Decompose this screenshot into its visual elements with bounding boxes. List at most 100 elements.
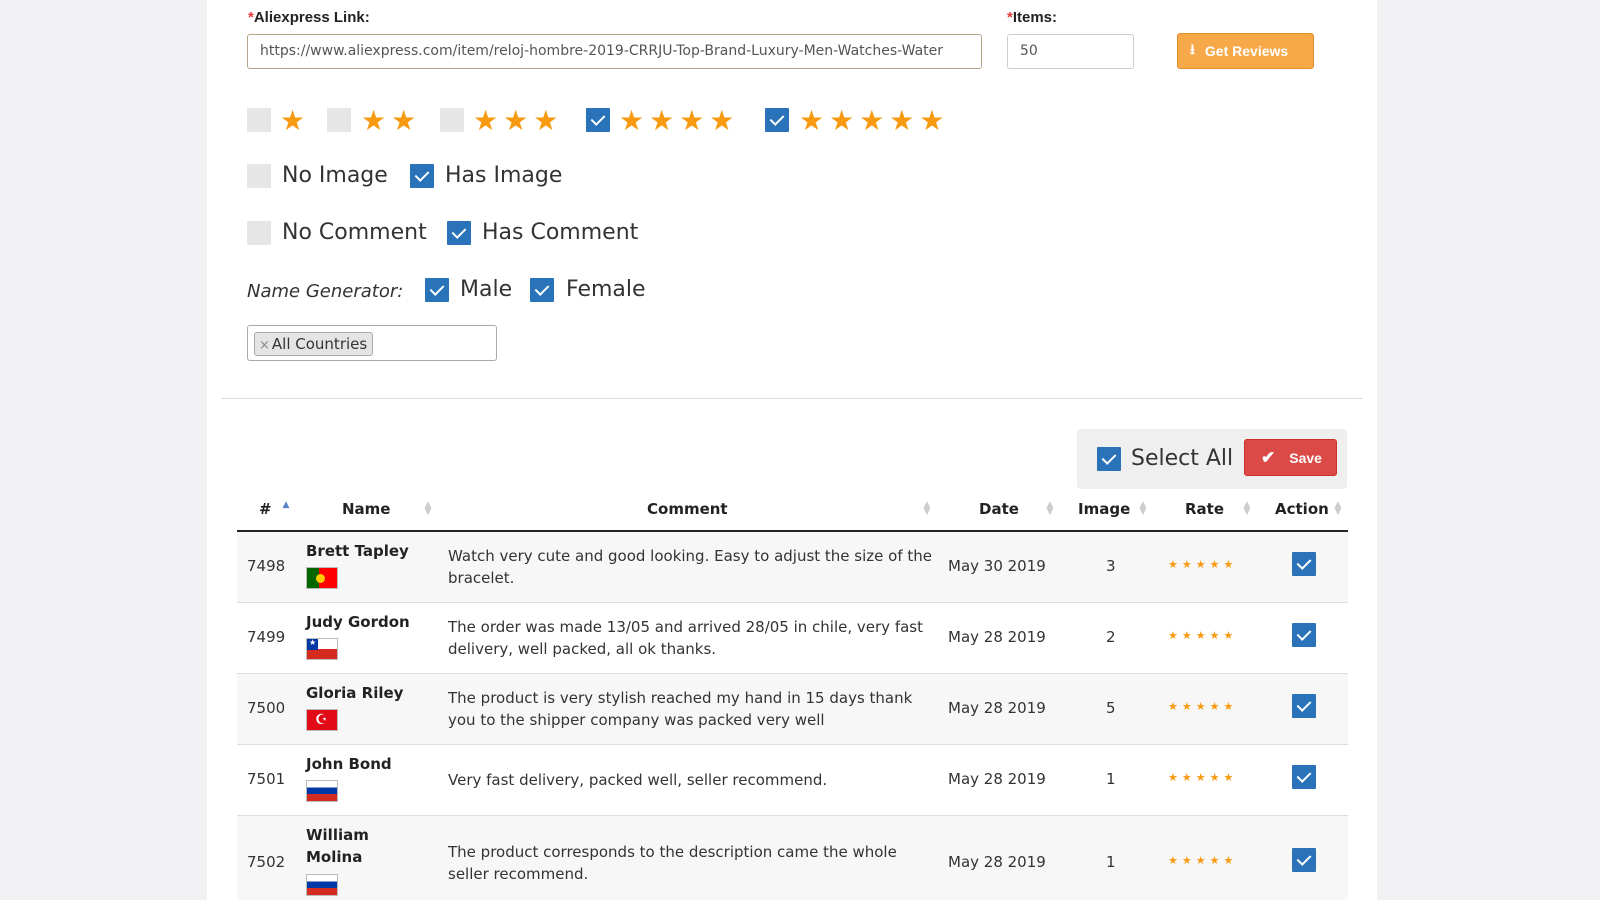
remove-tag-icon[interactable]: ×	[259, 338, 270, 353]
reviewer-name: John Bond	[306, 755, 392, 773]
no-image-checkbox[interactable]	[247, 164, 271, 188]
save-label: Save	[1289, 449, 1322, 466]
review-comment: The product is very stylish reached my h…	[448, 689, 913, 729]
rate-stars-icon: ★★★★★	[1168, 629, 1238, 642]
has-image-checkbox[interactable]	[410, 164, 434, 188]
row-select-checkbox[interactable]	[1292, 694, 1316, 718]
rating-5-stars-icon: ★★★★★	[799, 104, 950, 137]
male-label: Male	[460, 277, 513, 302]
reviewer-name: Brett Tapley	[306, 542, 409, 560]
image-count: 2	[1106, 628, 1116, 646]
name-generator-label: Name Generator:	[247, 281, 404, 302]
rating-2-stars-icon: ★★	[361, 104, 422, 137]
items-input[interactable]: 50	[1007, 34, 1134, 69]
table-row: 7500 Gloria Riley The product is very st…	[237, 674, 1348, 745]
no-comment-checkbox[interactable]	[247, 221, 271, 245]
has-comment-checkbox[interactable]	[447, 221, 471, 245]
rating-4-stars-icon: ★★★★	[619, 104, 740, 137]
table-row: 7498 Brett Tapley Watch very cute and go…	[237, 532, 1348, 603]
review-date: May 28 2019	[948, 770, 1046, 788]
items-label-text: Items:	[1012, 9, 1058, 26]
table-toolbar: Select All ✔ Save	[1077, 429, 1347, 489]
review-date: May 28 2019	[948, 628, 1046, 646]
check-icon: ✔	[1261, 447, 1276, 467]
rating-5-checkbox[interactable]	[765, 108, 789, 132]
row-id: 7500	[247, 699, 286, 717]
image-count: 3	[1106, 557, 1116, 575]
review-comment: The order was made 13/05 and arrived 28/…	[448, 618, 923, 658]
flag-portugal-icon	[306, 567, 338, 589]
flag-russia-icon	[306, 874, 338, 896]
flag-chile-icon	[306, 638, 338, 660]
col-header-comment[interactable]: Comment	[647, 500, 728, 518]
sort-icon[interactable]: ▲ ▼	[923, 501, 931, 517]
col-header-rate[interactable]: Rate	[1185, 500, 1224, 518]
has-image-label: Has Image	[445, 163, 563, 188]
image-count: 1	[1106, 853, 1116, 871]
col-header-id[interactable]: #	[259, 500, 272, 518]
row-select-checkbox[interactable]	[1292, 848, 1316, 872]
rating-4-checkbox[interactable]	[586, 108, 610, 132]
link-label-text: Aliexpress Link:	[253, 9, 370, 26]
male-checkbox[interactable]	[425, 278, 449, 302]
female-label: Female	[566, 277, 646, 302]
rating-1-checkbox[interactable]	[247, 108, 271, 132]
select-all-checkbox[interactable]	[1097, 447, 1121, 471]
get-reviews-label: Get Reviews	[1204, 43, 1289, 59]
row-select-checkbox[interactable]	[1292, 765, 1316, 789]
row-id: 7501	[247, 770, 286, 788]
reviewer-name: William Molina	[306, 826, 369, 866]
rate-stars-icon: ★★★★★	[1168, 854, 1238, 867]
image-count: 5	[1106, 699, 1116, 717]
review-comment: The product corresponds to the descripti…	[448, 843, 897, 883]
table-row: 7499 Judy Gordon The order was made 13/0…	[237, 603, 1348, 674]
row-id: 7498	[247, 557, 286, 575]
reviewer-name: Judy Gordon	[306, 613, 410, 631]
review-comment: Very fast delivery, packed well, seller …	[448, 771, 828, 789]
no-comment-label: No Comment	[282, 220, 427, 245]
sort-icon[interactable]: ▲ ▼	[1139, 501, 1147, 517]
col-header-date[interactable]: Date	[979, 500, 1019, 518]
female-checkbox[interactable]	[530, 278, 554, 302]
rating-1-stars-icon: ★	[280, 104, 311, 137]
sort-icon[interactable]: ▲ ▼	[1334, 501, 1342, 517]
rate-stars-icon: ★★★★★	[1168, 771, 1238, 784]
table-row: 7502 William Molina The product correspo…	[237, 816, 1348, 900]
get-reviews-button[interactable]: ⭳ Get Reviews	[1177, 33, 1314, 69]
row-id: 7502	[247, 853, 286, 871]
section-divider	[221, 398, 1363, 399]
country-select[interactable]: × All Countries	[247, 325, 497, 361]
rate-stars-icon: ★★★★★	[1168, 558, 1238, 571]
col-header-action[interactable]: Action	[1275, 500, 1329, 518]
row-id: 7499	[247, 628, 286, 646]
select-all-label: Select All	[1131, 446, 1234, 471]
row-select-checkbox[interactable]	[1292, 623, 1316, 647]
download-icon: ⭳	[1190, 41, 1195, 57]
table-row: 7501 John Bond Very fast delivery, packe…	[237, 745, 1348, 816]
sort-asc-icon[interactable]: ▲	[282, 501, 290, 510]
rating-3-checkbox[interactable]	[440, 108, 464, 132]
items-label: *Items:	[1007, 9, 1057, 26]
col-header-image[interactable]: Image	[1078, 500, 1130, 518]
review-comment: Watch very cute and good looking. Easy t…	[448, 547, 932, 587]
country-tag-label: All Countries	[271, 335, 368, 353]
row-select-checkbox[interactable]	[1292, 552, 1316, 576]
flag-turkey-icon	[306, 709, 338, 731]
link-label: *Aliexpress Link:	[248, 9, 370, 26]
sort-icon[interactable]: ▲ ▼	[1046, 501, 1054, 517]
sort-icon[interactable]: ▲ ▼	[1243, 501, 1251, 517]
sort-icon[interactable]: ▲ ▼	[424, 501, 432, 517]
reviewer-name: Gloria Riley	[306, 684, 404, 702]
rating-2-checkbox[interactable]	[327, 108, 351, 132]
col-header-name[interactable]: Name	[342, 500, 390, 518]
review-date: May 28 2019	[948, 853, 1046, 871]
review-date: May 30 2019	[948, 557, 1046, 575]
has-comment-label: Has Comment	[482, 220, 639, 245]
country-tag: × All Countries	[254, 332, 374, 356]
aliexpress-link-input[interactable]: https://www.aliexpress.com/item/reloj-ho…	[247, 34, 982, 69]
rate-stars-icon: ★★★★★	[1168, 700, 1238, 713]
image-count: 1	[1106, 770, 1116, 788]
save-button[interactable]: ✔ Save	[1244, 439, 1337, 476]
review-date: May 28 2019	[948, 699, 1046, 717]
flag-russia-icon	[306, 780, 338, 802]
